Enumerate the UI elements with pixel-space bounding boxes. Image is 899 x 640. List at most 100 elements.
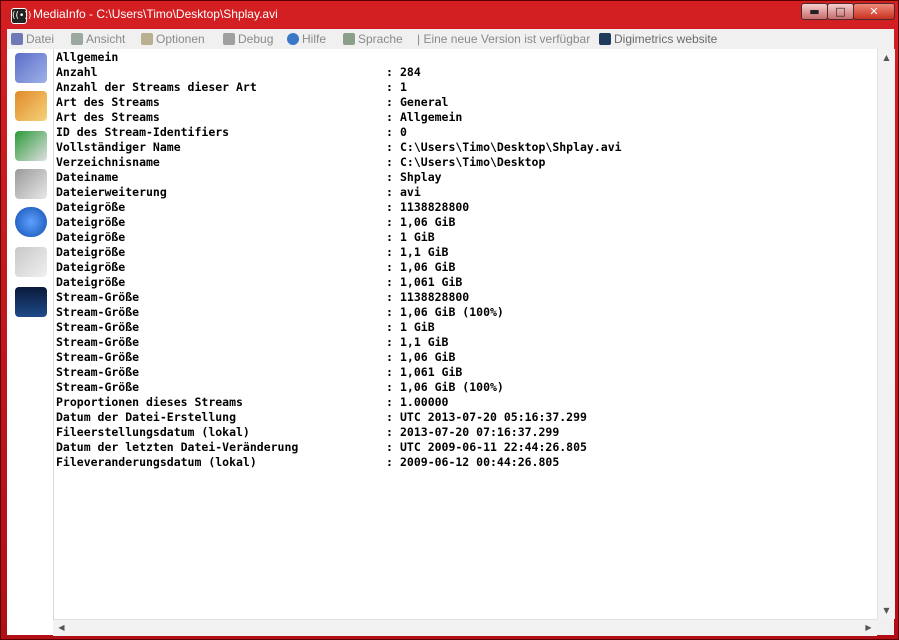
menu-toolbar: Datei Ansicht Optionen Debug Hilfe Sprac… xyxy=(7,29,894,50)
window-title: MediaInfo - C:\Users\Timo\Desktop\Shplay… xyxy=(33,7,278,21)
menu-ansicht[interactable]: Ansicht xyxy=(71,31,125,47)
info-row-label: Dateigröße xyxy=(56,215,126,229)
digimetrics-label: Digimetrics website xyxy=(614,32,718,46)
info-row-separator: : xyxy=(386,110,393,124)
info-row-separator: : xyxy=(386,80,393,94)
info-row-label: Dateierweiterung xyxy=(56,185,167,199)
info-row-separator: : xyxy=(386,440,393,454)
info-row-separator: : xyxy=(386,350,393,364)
info-row-value: General xyxy=(400,95,449,109)
info-row-value: 1,06 GiB xyxy=(400,260,456,274)
info-row-value: 1.00000 xyxy=(400,395,449,409)
maximize-button[interactable]: □ xyxy=(827,3,854,20)
info-row-separator: : xyxy=(386,455,393,469)
info-row-value: C:\Users\Timo\Desktop xyxy=(400,155,546,169)
mediainfo-window: ((•)) MediaInfo - C:\Users\Timo\Desktop\… xyxy=(0,0,899,640)
info-text-area[interactable]: Allgemein Anzahl:284 Anzahl der Streams d… xyxy=(53,49,878,619)
info-row-value: Allgemein xyxy=(400,110,463,124)
debug-icon xyxy=(223,33,235,45)
menu-optionen[interactable]: Optionen xyxy=(141,31,205,47)
info-row-separator: : xyxy=(386,140,393,154)
minimize-button[interactable]: ▬ xyxy=(801,3,828,20)
info-row-value: 1,1 GiB xyxy=(400,335,449,349)
view-icon xyxy=(71,33,83,45)
info-row-value: 0 xyxy=(400,125,407,139)
scroll-left-arrow-icon[interactable]: ◀ xyxy=(53,620,70,636)
close-button[interactable]: ✕ xyxy=(853,3,895,20)
tools-icon[interactable] xyxy=(15,169,47,199)
menu-optionen-label: Optionen xyxy=(156,32,205,46)
section-title: Allgemein xyxy=(56,50,119,64)
view-sidebar xyxy=(7,49,53,635)
digimetrics-link[interactable]: Digimetrics website xyxy=(599,31,717,47)
info-row-value: 1,061 GiB xyxy=(400,365,463,379)
horizontal-scrollbar[interactable]: ◀ ▶ xyxy=(53,619,877,636)
scroll-down-arrow-icon[interactable]: ▼ xyxy=(878,602,895,619)
scroll-right-arrow-icon[interactable]: ▶ xyxy=(860,620,877,636)
update-notice[interactable]: | Eine neue Version ist verfügbar xyxy=(417,31,590,47)
menu-datei[interactable]: Datei xyxy=(11,31,54,47)
info-row-separator: : xyxy=(386,155,393,169)
info-row-value: 1138828800 xyxy=(400,290,470,304)
info-row-separator: : xyxy=(386,365,393,379)
title-bar[interactable]: ((•)) MediaInfo - C:\Users\Timo\Desktop\… xyxy=(1,1,898,27)
info-row-value: 1 GiB xyxy=(400,320,435,334)
info-row-separator: : xyxy=(386,320,393,334)
menu-datei-label: Datei xyxy=(26,32,55,46)
help-icon xyxy=(287,33,299,45)
menu-debug-label: Debug xyxy=(238,32,274,46)
info-row-value: 1 GiB xyxy=(400,230,435,244)
info-row-value: Shplay xyxy=(400,170,442,184)
menu-hilfe[interactable]: Hilfe xyxy=(287,31,326,47)
info-row-label: Fileerstellungsdatum (lokal) xyxy=(56,425,250,439)
scrollbar-corner xyxy=(877,619,894,635)
info-row-separator: : xyxy=(386,260,393,274)
options-icon xyxy=(141,33,153,45)
info-row-label: Stream-Größe xyxy=(56,335,140,349)
info-row-label: Anzahl xyxy=(56,65,98,79)
info-row-separator: : xyxy=(386,200,393,214)
vertical-scrollbar[interactable]: ▲ ▼ xyxy=(877,49,895,619)
info-row-value: 1,061 GiB xyxy=(400,275,463,289)
info-row-label: Stream-Größe xyxy=(56,365,140,379)
sheet-view-icon[interactable] xyxy=(15,91,47,121)
info-row-value: UTC 2013-07-20 05:16:37.299 xyxy=(400,410,587,424)
menu-debug[interactable]: Debug xyxy=(223,31,273,47)
info-row-separator: : xyxy=(386,275,393,289)
info-row-separator: : xyxy=(386,290,393,304)
menu-sprache[interactable]: Sprache xyxy=(343,31,403,47)
info-icon[interactable] xyxy=(15,207,47,237)
digimetrics-icon xyxy=(599,33,611,45)
info-row-value: avi xyxy=(400,185,421,199)
scroll-up-arrow-icon[interactable]: ▲ xyxy=(878,49,895,66)
basic-info-icon[interactable] xyxy=(15,53,47,83)
info-row-separator: : xyxy=(386,335,393,349)
info-row-label: Vollständiger Name xyxy=(56,140,181,154)
mediainfo-app-icon[interactable]: ((•)) xyxy=(11,8,31,24)
info-row-label: Art des Streams xyxy=(56,110,160,124)
info-row-label: Stream-Größe xyxy=(56,290,140,304)
info-row-label: Proportionen dieses Streams xyxy=(56,395,243,409)
main-content: Allgemein Anzahl:284 Anzahl der Streams d… xyxy=(7,49,895,636)
info-row-value: 1,1 GiB xyxy=(400,245,449,259)
file-icon xyxy=(11,33,23,45)
info-row-value: 1,06 GiB xyxy=(400,215,456,229)
info-row-value: 1,06 GiB xyxy=(400,350,456,364)
info-row-separator: : xyxy=(386,410,393,424)
info-row-separator: : xyxy=(386,125,393,139)
info-row-label: Verzeichnisname xyxy=(56,155,160,169)
info-row-label: Dateiname xyxy=(56,170,119,184)
info-row-label: Dateigröße xyxy=(56,245,126,259)
info-row-separator: : xyxy=(386,245,393,259)
info-row-separator: : xyxy=(386,185,393,199)
multi-file-icon[interactable] xyxy=(15,247,47,277)
info-row-label: Fileveranderungsdatum (lokal) xyxy=(56,455,257,469)
info-row-value: 1138828800 xyxy=(400,200,470,214)
info-row-label: ID des Stream-Identifiers xyxy=(56,125,230,139)
info-row-value: 1,06 GiB (100%) xyxy=(400,305,504,319)
waveform-icon[interactable] xyxy=(15,287,47,317)
info-row-value: 2013-07-20 07:16:37.299 xyxy=(400,425,560,439)
info-row-value: 1 xyxy=(400,80,407,94)
export-icon[interactable] xyxy=(15,131,47,161)
info-row-separator: : xyxy=(386,395,393,409)
